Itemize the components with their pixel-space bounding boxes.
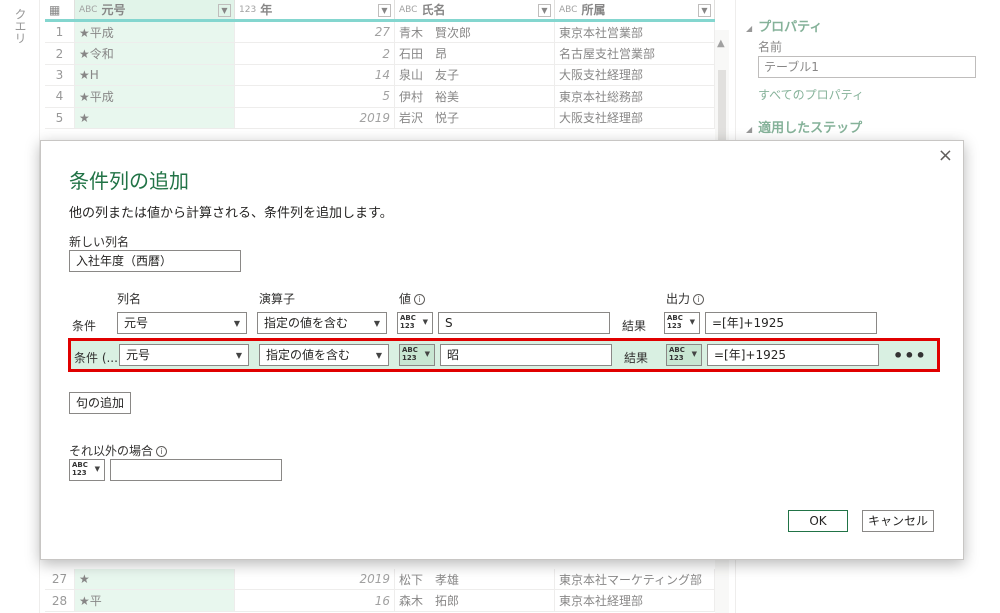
more-options-icon[interactable]: ••• — [893, 346, 927, 365]
value-input[interactable]: 昭 — [440, 344, 612, 366]
column-select[interactable]: 元号 ▼ — [119, 344, 249, 366]
abc-123-icon: ABC 123 — [669, 346, 685, 362]
chevron-down-icon: ▼ — [235, 351, 242, 360]
chevron-down-icon: ▼ — [422, 318, 428, 326]
value-header: 値i — [399, 290, 426, 307]
output-input[interactable]: =[年]+1925 — [707, 344, 879, 366]
output-type-button[interactable]: ABC 123 ▼ — [666, 344, 702, 366]
dialog-title: 条件列の追加 — [69, 169, 189, 193]
condition-label: 条件 (... — [74, 351, 118, 365]
close-icon[interactable]: × — [938, 145, 953, 166]
info-icon[interactable]: i — [414, 294, 426, 305]
output-header-label: 出力 — [666, 292, 691, 306]
result-label: 結果 — [622, 319, 647, 333]
new-column-name-label: 新しい列名 — [69, 235, 130, 249]
value-type-button[interactable]: ABC 123 ▼ — [399, 344, 435, 366]
new-column-name-input[interactable]: 入社年度（西暦） — [69, 250, 241, 272]
abc-123-icon: ABC 123 — [72, 461, 88, 477]
operator-select-value: 指定の値を含む — [266, 348, 351, 362]
value-type-button[interactable]: ABC 123 ▼ — [397, 312, 433, 334]
column-select[interactable]: 元号 ▼ — [117, 312, 247, 334]
info-icon[interactable]: i — [693, 294, 705, 305]
chevron-down-icon: ▼ — [691, 350, 697, 358]
operator-select[interactable]: 指定の値を含む ▼ — [259, 344, 389, 366]
condition-label: 条件 — [72, 319, 97, 333]
chevron-down-icon: ▼ — [689, 318, 695, 326]
operator-header-label: 演算子 — [259, 292, 296, 306]
else-input[interactable] — [110, 459, 282, 481]
column-select-value: 元号 — [126, 348, 151, 362]
else-header: それ以外の場合 i — [69, 442, 168, 459]
abc-123-icon: ABC 123 — [400, 314, 416, 330]
info-icon[interactable]: i — [156, 446, 168, 457]
chevron-down-icon: ▼ — [373, 319, 380, 328]
dialog-description: 他の列または値から計算される、条件列を追加します。 — [69, 206, 393, 221]
operator-select[interactable]: 指定の値を含む ▼ — [257, 312, 387, 334]
output-type-button[interactable]: ABC 123 ▼ — [664, 312, 700, 334]
column-header-label: 列名 — [117, 292, 142, 306]
output-input[interactable]: =[年]+1925 — [705, 312, 877, 334]
add-clause-button[interactable]: 句の追加 — [69, 392, 131, 414]
ok-button[interactable]: OK — [788, 510, 848, 532]
chevron-down-icon: ▼ — [424, 350, 430, 358]
column-select-value: 元号 — [124, 316, 149, 330]
cancel-button[interactable]: キャンセル — [862, 510, 934, 532]
output-header: 出力 i — [666, 290, 705, 307]
chevron-down-icon: ▼ — [94, 465, 100, 473]
else-type-button[interactable]: ABC 123 ▼ — [69, 459, 105, 481]
chevron-down-icon: ▼ — [375, 351, 382, 360]
value-header-label: 値 — [399, 292, 412, 306]
chevron-down-icon: ▼ — [233, 319, 240, 328]
result-label: 結果 — [624, 351, 649, 365]
else-label: それ以外の場合 — [69, 444, 154, 458]
add-conditional-column-dialog: × 条件列の追加 他の列または値から計算される、条件列を追加します。 新しい列名… — [40, 140, 964, 560]
value-input[interactable]: S — [438, 312, 610, 334]
abc-123-icon: ABC 123 — [667, 314, 683, 330]
abc-123-icon: ABC 123 — [402, 346, 418, 362]
operator-select-value: 指定の値を含む — [264, 316, 349, 330]
